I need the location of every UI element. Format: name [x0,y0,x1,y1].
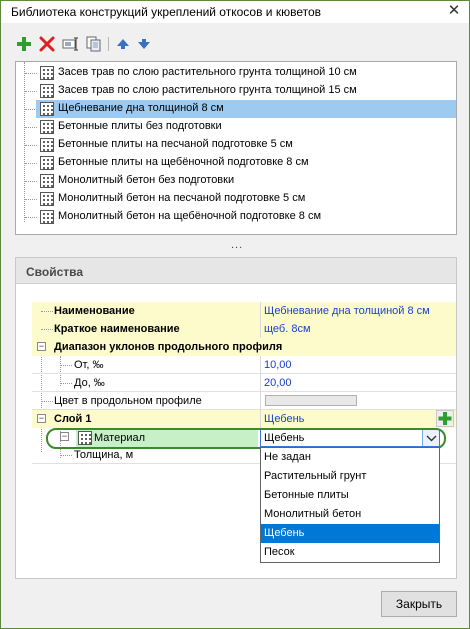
list-item-label: Бетонные плиты на щебёночной подготовке … [58,156,309,168]
property-label: Толщина, м [74,449,134,461]
dropdown-option[interactable]: Монолитный бетон [261,505,439,524]
dropdown-option-selected[interactable]: Щебень [261,524,439,543]
list-item[interactable]: Монолитный бетон на песчаной подготовке … [16,190,456,208]
list-item-label: Бетонные плиты на песчаной подготовке 5 … [58,138,293,150]
plus-icon[interactable] [15,35,33,53]
property-value[interactable]: 10,00 [264,359,292,371]
list-item-selected[interactable]: Щебневание дна толщиной 8 см [16,100,456,118]
property-value[interactable]: 20,00 [264,377,292,389]
list-item[interactable]: Бетонные плиты без подготовки [16,118,456,136]
property-label: Цвет в продольном профиле [54,395,202,407]
construction-list[interactable]: Засев трав по слою растительного грунта … [15,61,457,235]
dropdown-option[interactable]: Бетонные плиты [261,486,439,505]
properties-title: Свойства [26,265,84,279]
collapse-icon[interactable]: − [60,432,69,441]
combobox-value: Щебень [264,432,305,444]
pattern-icon [40,174,54,188]
list-item-label: Монолитный бетон на песчаной подготовке … [58,192,306,204]
property-row-name[interactable]: Наименование Щебневание дна толщиной 8 с… [32,302,456,320]
property-value[interactable]: щеб. 8см [264,323,311,335]
close-button[interactable]: Закрыть [381,591,457,617]
dropdown-option[interactable]: Песок [261,543,439,562]
property-label: Диапазон уклонов продольного профиля [54,341,283,353]
add-layer-button[interactable] [436,410,454,427]
property-row-short-name[interactable]: Краткое наименование щеб. 8см [32,320,456,338]
arrow-down-icon[interactable] [135,35,153,53]
property-value[interactable]: Щебень [264,413,304,425]
property-label: Наименование [54,305,135,317]
list-item-label: Монолитный бетон на щебёночной подготовк… [58,210,322,222]
list-item[interactable]: Монолитный бетон на щебёночной подготовк… [16,208,456,226]
list-item-label: Бетонные плиты без подготовки [58,120,222,132]
delete-x-icon[interactable] [38,35,56,53]
dialog-window: Библиотека конструкций укреплений откосо… [0,0,470,629]
pattern-icon [40,66,54,80]
dropdown-option[interactable]: Не задан [261,448,439,467]
pattern-icon [40,192,54,206]
list-item[interactable]: Засев трав по слою растительного грунта … [16,64,456,82]
title-bar: Библиотека конструкций укреплений откосо… [1,1,469,23]
property-row-layer[interactable]: − Слой 1 Щебень [32,410,456,428]
property-label: От, ‰ [74,359,104,371]
chevron-down-icon[interactable] [422,430,439,446]
list-item[interactable]: Монолитный бетон без подготовки [16,172,456,190]
rename-icon[interactable] [62,35,80,53]
collapse-icon[interactable]: − [37,342,46,351]
list-item-label: Засев трав по слою растительного грунта … [58,66,357,78]
pattern-icon [40,156,54,170]
toolbar [11,33,161,55]
properties-header: Свойства [16,258,456,284]
pattern-icon [78,431,92,445]
material-dropdown-list[interactable]: Не задан Растительный грунт Бетонные пли… [260,447,440,563]
window-title: Библиотека конструкций укреплений откосо… [11,5,322,19]
list-item-label: Щебневание дна толщиной 8 см [58,102,224,114]
property-row-from[interactable]: От, ‰ 10,00 [32,356,456,374]
material-combobox[interactable]: Щебень [260,429,440,447]
property-label: Слой 1 [54,413,92,425]
property-row-color[interactable]: Цвет в продольном профиле [32,392,456,410]
pattern-icon [40,102,54,116]
property-label: Краткое наименование [54,323,180,335]
pattern-icon [40,138,54,152]
material-label: Материал [94,432,145,444]
pattern-icon [40,84,54,98]
dropdown-option[interactable]: Растительный грунт [261,467,439,486]
list-item[interactable]: Бетонные плиты на щебёночной подготовке … [16,154,456,172]
list-item-label: Монолитный бетон без подготовки [58,174,235,186]
copy-icon[interactable] [85,35,103,53]
property-value[interactable]: Щебневание дна толщиной 8 см [264,305,430,317]
collapse-icon[interactable]: − [37,414,46,423]
property-row-slope-range[interactable]: − Диапазон уклонов продольного профиля [32,338,456,356]
pattern-icon [40,120,54,134]
property-label: До, ‰ [74,377,105,389]
list-item[interactable]: Засев трав по слою растительного грунта … [16,82,456,100]
plus-icon [438,412,452,425]
splitter-handle[interactable]: ... [231,239,243,251]
arrow-up-icon[interactable] [114,35,132,53]
property-row-to[interactable]: До, ‰ 20,00 [32,374,456,392]
color-swatch[interactable] [265,395,357,406]
list-item-label: Засев трав по слою растительного грунта … [58,84,357,96]
toolbar-separator [108,37,109,51]
list-item[interactable]: Бетонные плиты на песчаной подготовке 5 … [16,136,456,154]
window-close-button[interactable]: ✕ [439,1,469,23]
pattern-icon [40,210,54,224]
